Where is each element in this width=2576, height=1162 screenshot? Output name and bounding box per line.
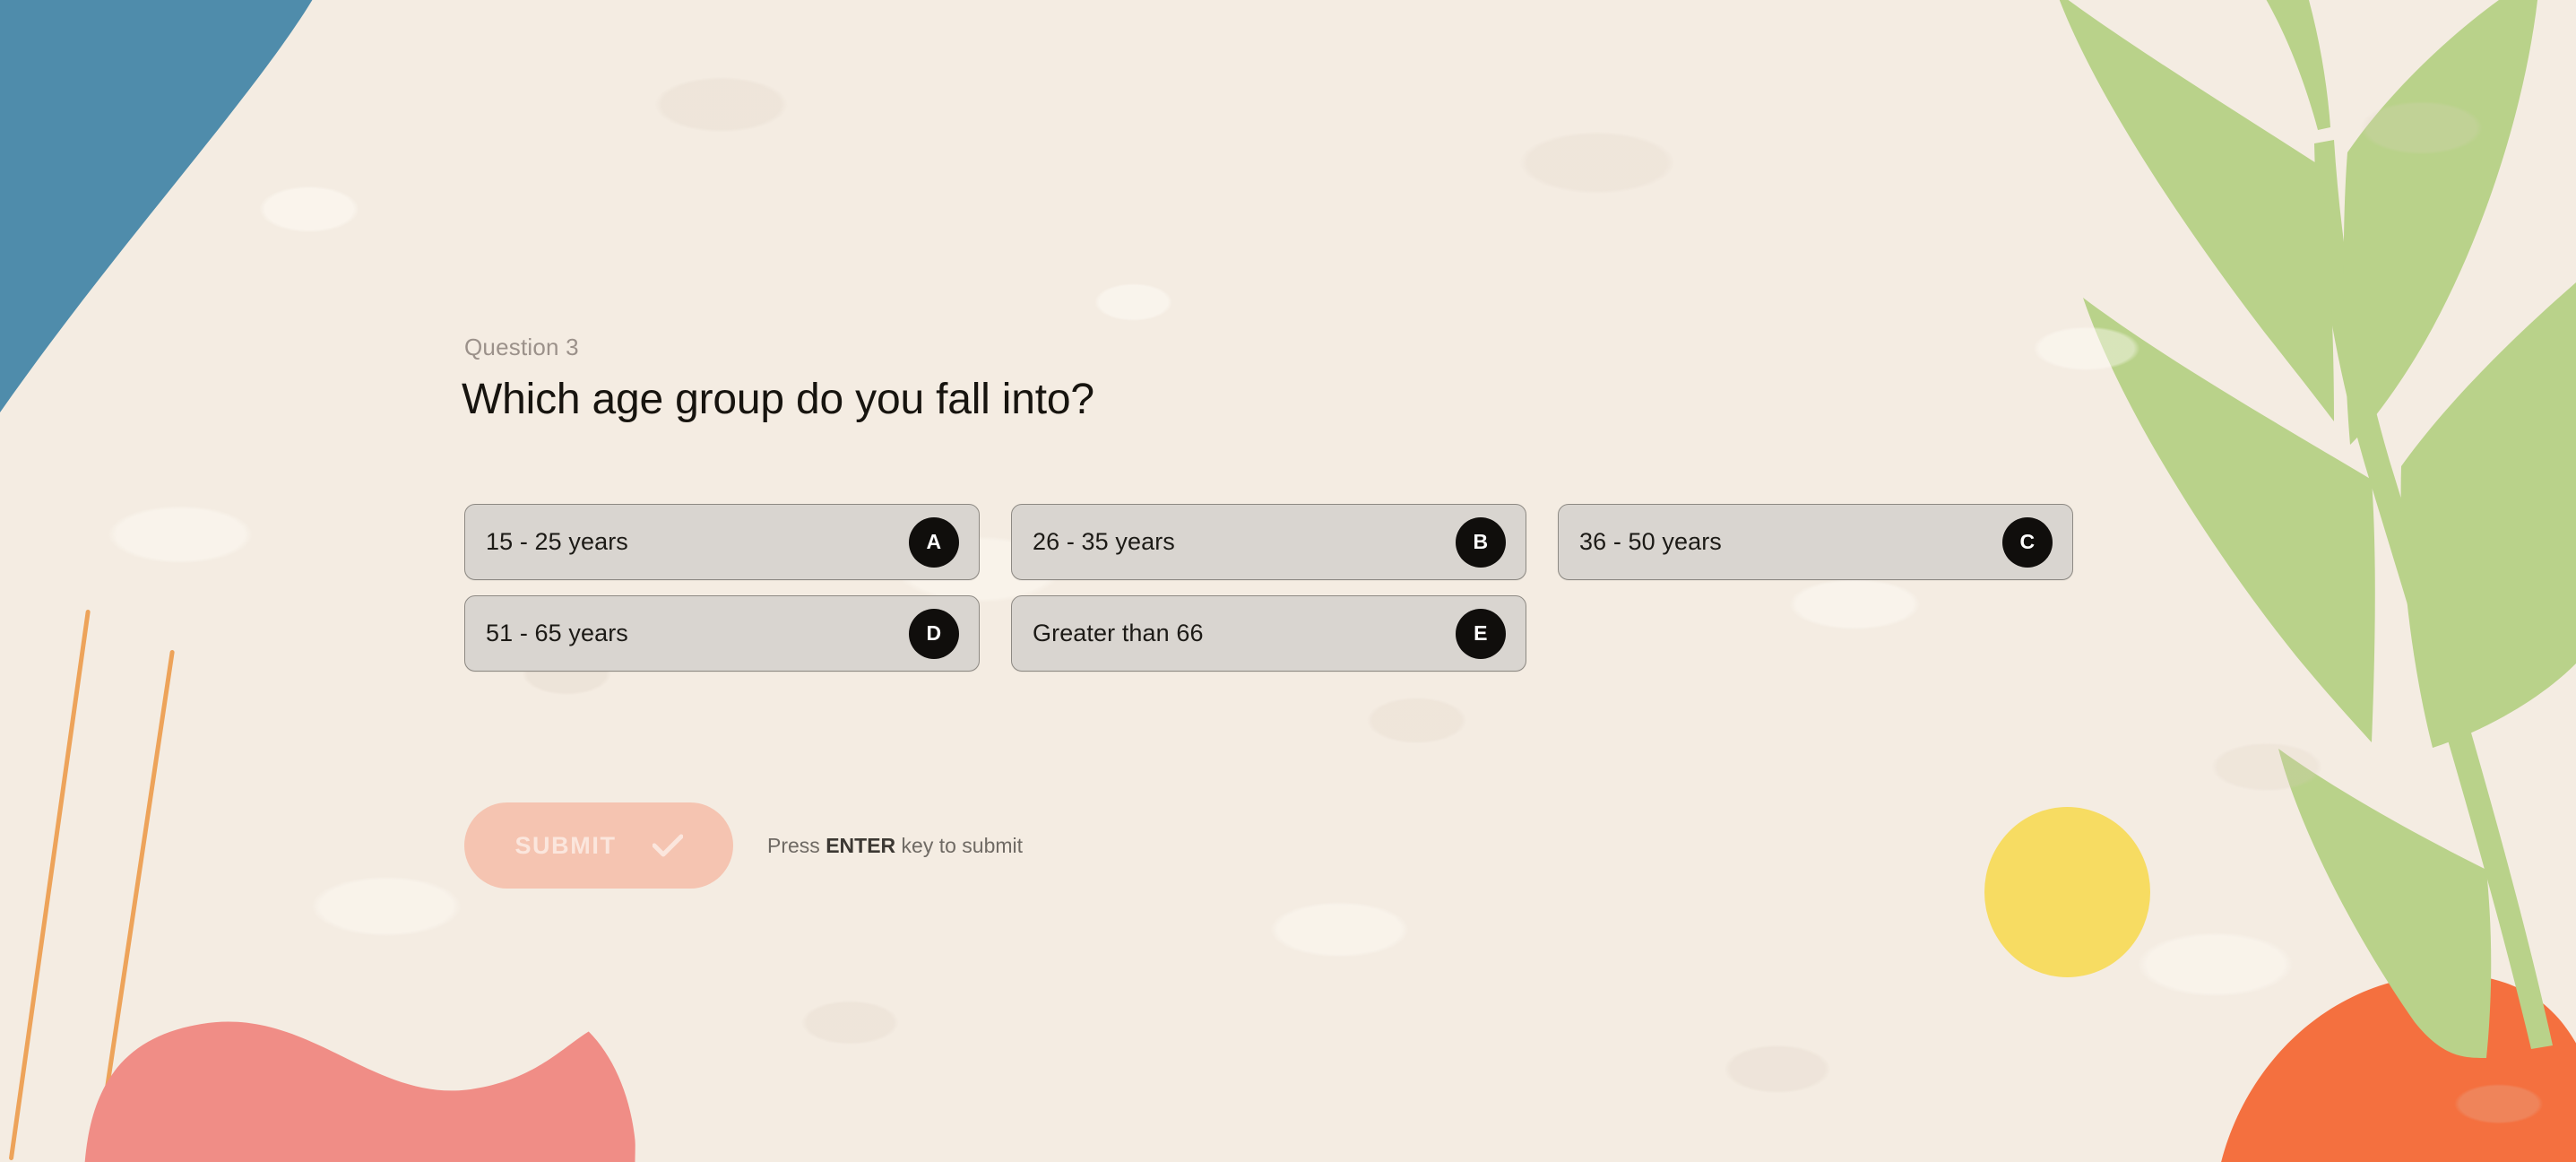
answer-option-b-label: 26 - 35 years [1033,528,1175,555]
answer-option-a[interactable]: 15 - 25 years A [464,504,980,580]
answer-option-c[interactable]: 36 - 50 years C [1558,504,2073,580]
submit-hint-prefix: Press [767,833,826,857]
orange-line-shape-1 [8,609,91,1161]
check-icon [652,834,683,857]
submit-hint-suffix: key to submit [895,833,1024,857]
answer-option-b-key-badge: B [1456,516,1506,568]
answer-options-grid: 15 - 25 years A 26 - 35 years B 36 - 50 … [464,504,2073,672]
blue-wedge-shape [0,0,430,439]
answer-option-d-label: 51 - 65 years [486,620,628,646]
submit-button-label: SUBMIT [514,831,617,859]
answer-option-d-key-badge: D [909,608,959,659]
answer-option-a-label: 15 - 25 years [486,528,628,555]
answer-option-e-key-badge: E [1456,608,1506,659]
submit-hint: Press ENTER key to submit [767,834,1023,858]
pink-blob-shape [49,1004,636,1162]
submit-row: SUBMIT Press ENTER key to submit [464,802,1023,889]
page-title: Which age group do you fall into? [462,376,1094,423]
answer-option-e-label: Greater than 66 [1033,620,1204,646]
quiz-screen: Question 3 Which age group do you fall i… [0,0,2576,1162]
submit-button[interactable]: SUBMIT [464,802,733,889]
submit-hint-key: ENTER [826,833,896,857]
question-number: Question 3 [464,334,579,360]
answer-option-c-key-badge: C [2002,516,2053,568]
answer-option-d[interactable]: 51 - 65 years D [464,595,980,672]
answer-option-b[interactable]: 26 - 35 years B [1011,504,1526,580]
answer-option-e[interactable]: Greater than 66 E [1011,595,1526,672]
answer-option-a-key-badge: A [909,516,959,568]
answer-option-c-label: 36 - 50 years [1579,528,1722,555]
